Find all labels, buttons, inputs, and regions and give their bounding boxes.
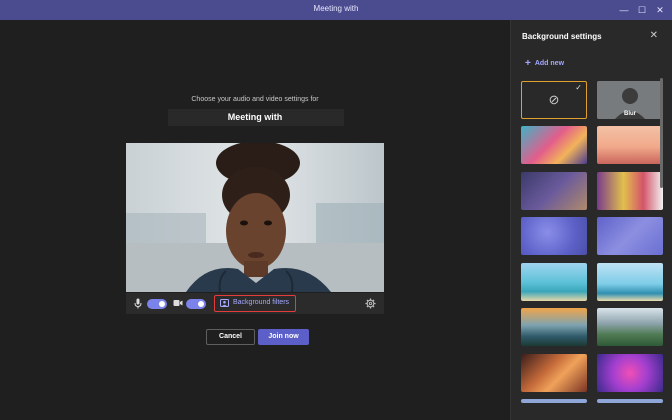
background-tile-desert-canyon[interactable] <box>521 354 587 392</box>
close-panel-icon[interactable]: ✕ <box>650 30 658 41</box>
background-tile-sunny-beach[interactable] <box>597 263 663 301</box>
background-tile-abstract-waves[interactable] <box>521 126 587 164</box>
device-controls-bar: Background filters <box>126 293 384 314</box>
background-tile-purple-pattern[interactable] <box>521 217 587 255</box>
background-tile-partial[interactable] <box>597 399 663 403</box>
camera-feed-image <box>126 143 384 292</box>
background-tile-none[interactable]: ⊘ ✓ <box>521 81 587 119</box>
join-now-button[interactable]: Join now <box>258 329 309 345</box>
minimize-button[interactable]: — <box>616 2 632 18</box>
video-preview <box>126 143 384 292</box>
camera-icon <box>173 300 183 306</box>
microphone-icon <box>134 298 142 309</box>
microphone-toggle[interactable] <box>147 299 167 309</box>
background-person-icon <box>220 299 229 307</box>
blur-label: Blur <box>624 111 636 117</box>
background-filters-button[interactable]: Background filters <box>214 295 296 312</box>
plus-icon: + <box>525 58 531 69</box>
add-new-label: Add new <box>534 60 565 67</box>
title-bar: Meeting with — ☐ ✕ <box>0 0 672 20</box>
close-window-button[interactable]: ✕ <box>652 2 668 18</box>
window-title: Meeting with <box>313 4 359 13</box>
background-tile-blur[interactable]: Blur <box>597 81 663 119</box>
panel-title: Background settings <box>522 32 602 41</box>
meeting-title: Meeting with <box>227 112 283 122</box>
background-tile-colorful-shelves[interactable] <box>597 172 663 210</box>
background-tile-partial[interactable] <box>521 399 587 403</box>
background-settings-panel: Background settings ✕ + Add new ⊘ ✓ Blur <box>510 20 672 420</box>
background-tile-mountain-valley[interactable] <box>597 308 663 346</box>
background-tile-tropical-beach[interactable] <box>521 263 587 301</box>
maximize-button[interactable]: ☐ <box>634 2 650 18</box>
prejoin-area: Choose your audio and video settings for… <box>0 20 510 420</box>
background-tile-mountain-lake-sunset[interactable] <box>521 308 587 346</box>
add-new-button[interactable]: + Add new <box>525 58 564 69</box>
cancel-button[interactable]: Cancel <box>206 329 255 345</box>
device-settings-icon[interactable] <box>365 298 376 309</box>
panel-scrollbar[interactable] <box>660 78 663 188</box>
none-icon: ⊘ <box>548 92 560 107</box>
camera-toggle[interactable] <box>186 299 206 309</box>
checkmark-icon: ✓ <box>575 83 582 92</box>
background-filters-label: Background filters <box>233 299 290 306</box>
background-tile-pastel-room[interactable] <box>597 126 663 164</box>
background-tile-living-room[interactable] <box>521 172 587 210</box>
prejoin-prompt: Choose your audio and video settings for <box>191 96 319 103</box>
background-tile-purple-photo-wall[interactable] <box>597 217 663 255</box>
background-tile-pink-nebula[interactable] <box>597 354 663 392</box>
